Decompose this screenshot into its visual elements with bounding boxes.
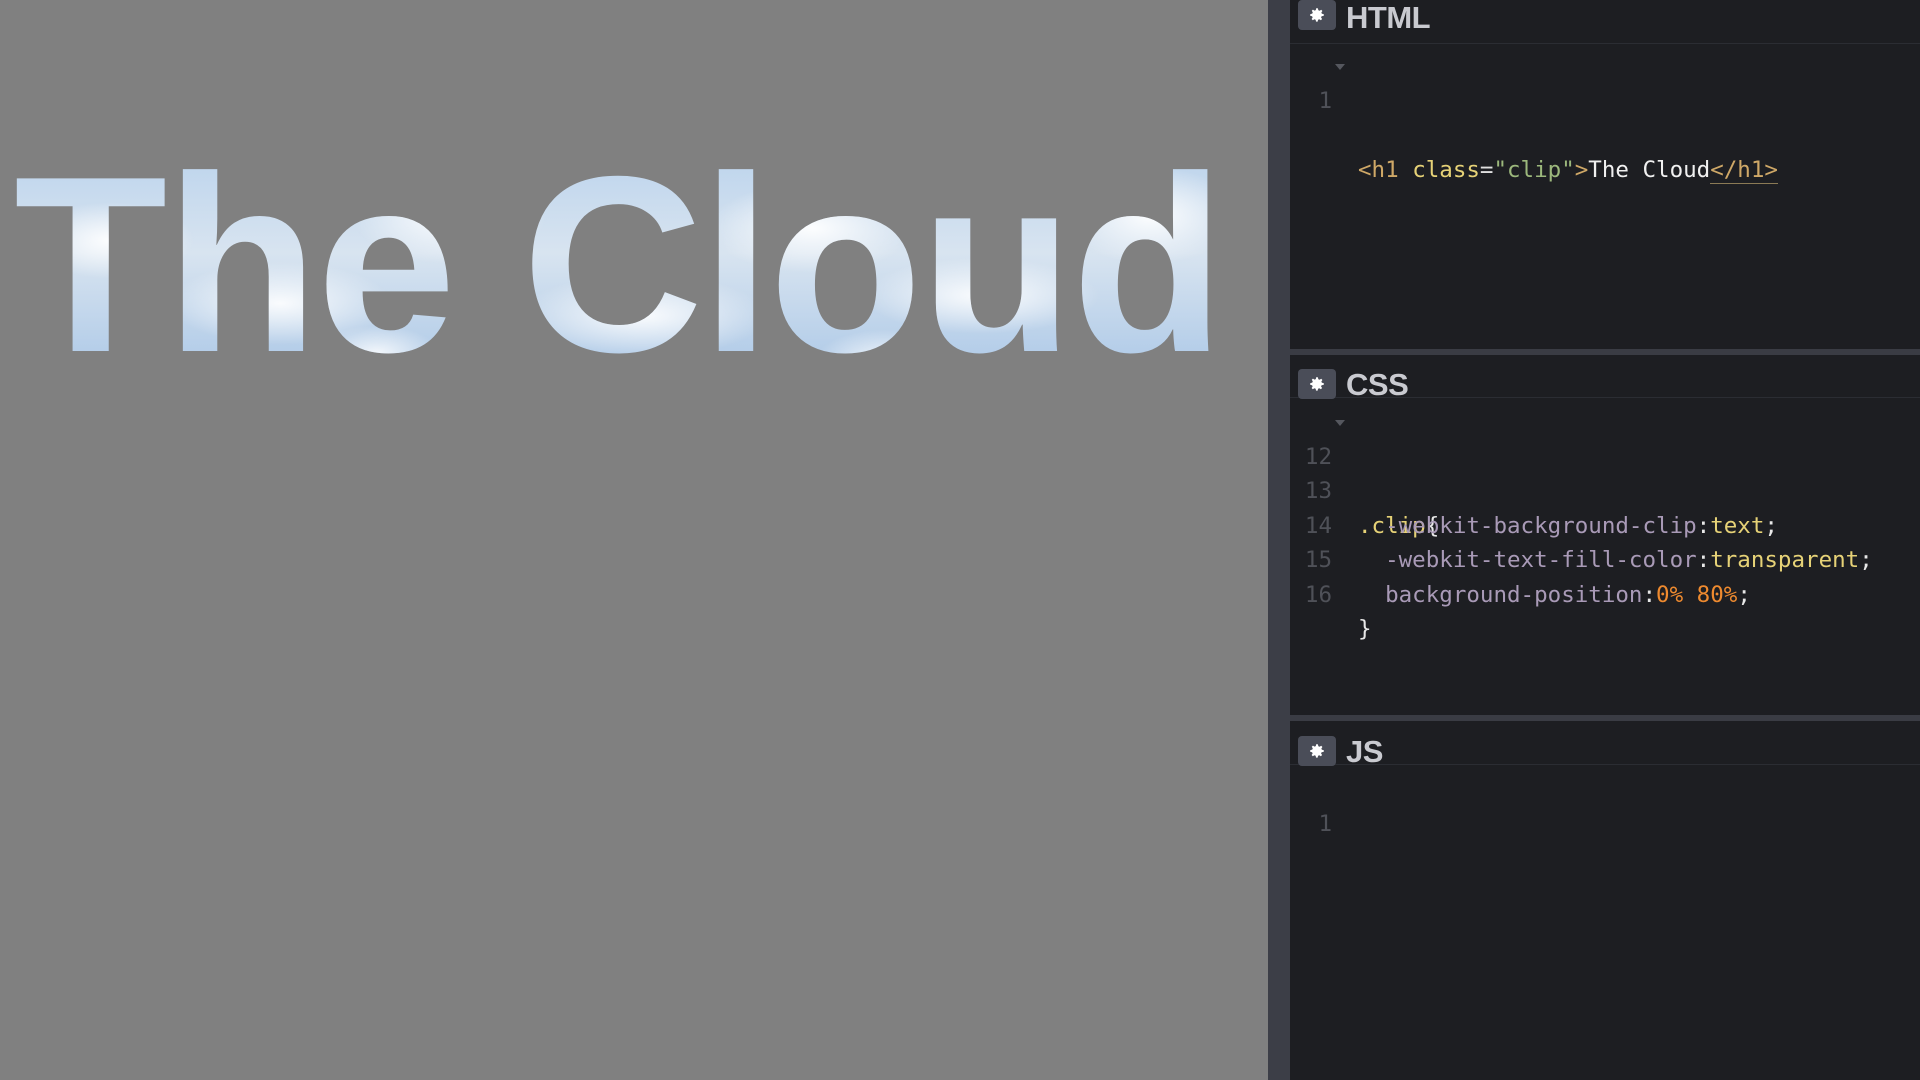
resize-handle[interactable] bbox=[1268, 0, 1290, 1080]
line-number: 1 bbox=[1318, 810, 1332, 837]
js-pane-title: JS bbox=[1346, 734, 1383, 769]
code-text: } bbox=[1358, 612, 1372, 647]
code-editor: HTML 1 <h1 class="clip">The Cloud</h1> C… bbox=[1290, 0, 1920, 1080]
gear-icon bbox=[1310, 377, 1324, 391]
code-line: 12 .clip{ bbox=[1290, 405, 1920, 539]
css-settings-button[interactable] bbox=[1298, 369, 1336, 399]
html-attribute-value: "clip" bbox=[1493, 156, 1575, 183]
css-brace: } bbox=[1358, 616, 1372, 642]
css-property: background-position bbox=[1385, 581, 1643, 608]
css-pane-title: CSS bbox=[1346, 367, 1409, 402]
fold-triangle-icon[interactable] bbox=[1335, 420, 1345, 426]
code-line: 13 -webkit-background-clip:text; bbox=[1290, 440, 1920, 539]
html-settings-button[interactable] bbox=[1298, 0, 1336, 30]
code-line: 1 bbox=[1290, 772, 1920, 837]
css-number: 0% bbox=[1656, 581, 1684, 608]
line-number: 1 bbox=[1318, 87, 1332, 114]
html-attribute: class bbox=[1412, 156, 1480, 183]
html-code[interactable]: 1 <h1 class="clip">The Cloud</h1> bbox=[1290, 49, 1920, 184]
code-text: background-position:0% 80%; bbox=[1358, 578, 1751, 613]
code-line: 14 -webkit-text-fill-color:transparent; bbox=[1290, 474, 1920, 574]
pane-divider[interactable] bbox=[1290, 715, 1920, 721]
css-semicolon: ; bbox=[1737, 581, 1751, 608]
preview-pane: The Cloud bbox=[0, 0, 1268, 1080]
html-tag-open: <h1 bbox=[1358, 156, 1399, 183]
code-line: 1 <h1 class="clip">The Cloud</h1> bbox=[1290, 49, 1920, 184]
css-number: 80% bbox=[1696, 581, 1738, 608]
code-line: 16 } bbox=[1290, 543, 1920, 643]
preview-heading: The Cloud bbox=[14, 125, 1223, 405]
html-tag-end: > bbox=[1574, 156, 1589, 183]
html-tag-close: </h1> bbox=[1710, 156, 1778, 184]
gear-icon bbox=[1310, 8, 1324, 22]
js-settings-button[interactable] bbox=[1298, 736, 1336, 766]
html-pane-header: HTML bbox=[1290, 0, 1920, 44]
html-pane: HTML 1 <h1 class="clip">The Cloud</h1> bbox=[1290, 0, 1920, 350]
gear-icon bbox=[1310, 744, 1324, 758]
css-code[interactable]: 12 .clip{ 13 -webkit-background-clip:tex… bbox=[1290, 405, 1920, 643]
code-line: 15 background-position:0% 80%; bbox=[1290, 509, 1920, 608]
html-pane-title: HTML bbox=[1346, 0, 1431, 35]
fold-triangle-icon[interactable] bbox=[1335, 64, 1345, 70]
css-pane: CSS 12 .clip{ 13 -webkit-background-clip… bbox=[1290, 355, 1920, 715]
js-pane: JS 1 bbox=[1290, 722, 1920, 1080]
line-number: 16 bbox=[1304, 581, 1332, 608]
css-space bbox=[1683, 582, 1697, 608]
js-code[interactable]: 1 bbox=[1290, 772, 1920, 837]
js-pane-header: JS bbox=[1290, 722, 1920, 769]
html-equals: = bbox=[1479, 156, 1494, 183]
html-text-content: The Cloud bbox=[1588, 156, 1711, 183]
css-pane-header: CSS bbox=[1290, 355, 1920, 402]
code-text: <h1 class="clip">The Cloud</h1> bbox=[1358, 153, 1778, 188]
css-colon: : bbox=[1642, 581, 1657, 608]
